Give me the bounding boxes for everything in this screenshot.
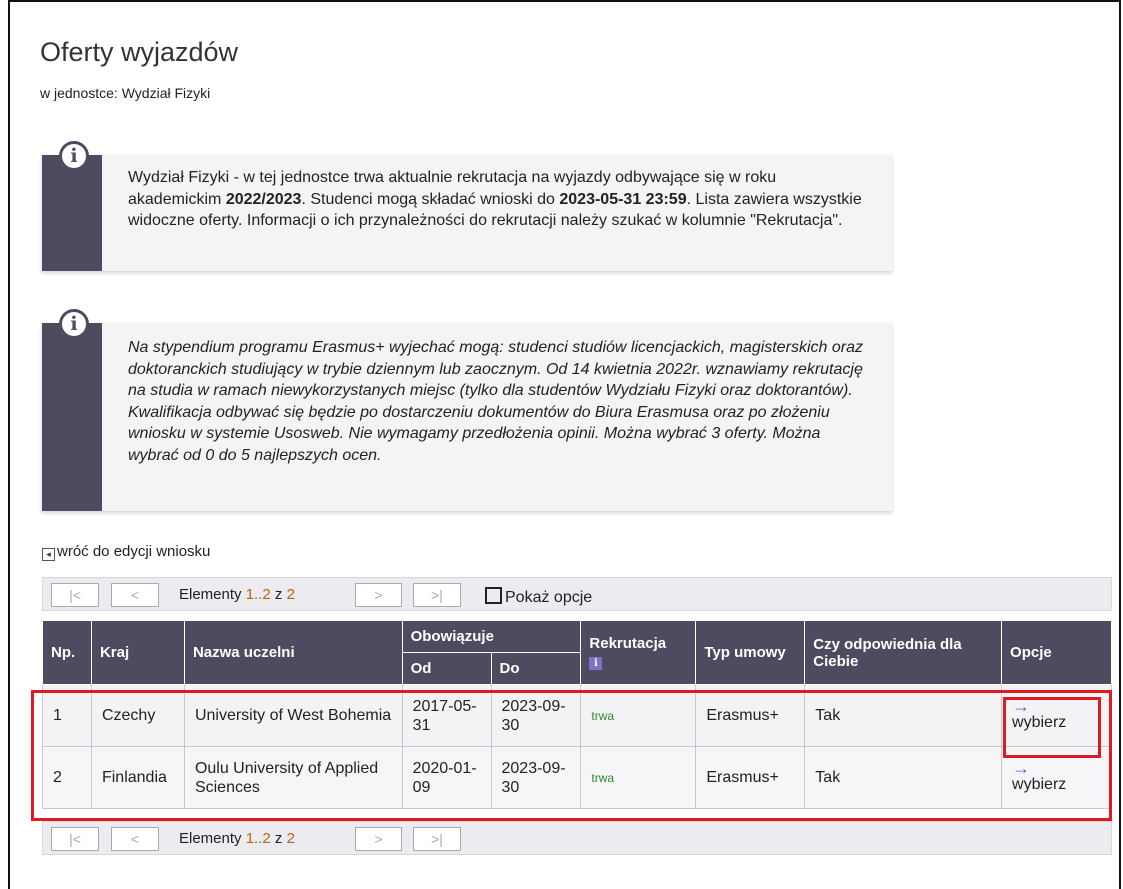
info-icon: i bbox=[59, 141, 89, 171]
last-page-button[interactable]: >| bbox=[413, 827, 461, 851]
show-options-checkbox[interactable]: Pokaż opcje bbox=[485, 587, 592, 607]
back-arrow-icon: ◂ bbox=[42, 548, 55, 561]
cell-np: 1 bbox=[42, 684, 92, 747]
recruitment-info-text: Wydział Fizyki - w tej jednostce trwa ak… bbox=[128, 169, 862, 229]
next-page-button[interactable]: > bbox=[355, 827, 402, 851]
col-header-recruitment: Rekrutacja i bbox=[580, 620, 697, 685]
cell-contract: Erasmus+ bbox=[695, 746, 806, 809]
cell-suitable: Tak bbox=[804, 746, 1003, 809]
info-icon: i bbox=[59, 309, 89, 339]
info-box-stripe bbox=[42, 323, 102, 511]
recruitment-status: trwa bbox=[591, 708, 615, 723]
pager-top: |< < Elementy 1..2 z 2 > >| Pokaż opcje bbox=[42, 577, 1112, 611]
col-header-country: Kraj bbox=[90, 620, 185, 685]
cell-university: University of West Bohemia bbox=[183, 684, 403, 747]
col-header-contract: Typ umowy bbox=[695, 620, 806, 685]
recruitment-info-icon[interactable]: i bbox=[589, 657, 603, 670]
erasmus-info-text: Na stypendium programu Erasmus+ wyjechać… bbox=[128, 339, 863, 464]
col-header-np: Np. bbox=[42, 620, 92, 685]
back-to-application-link[interactable]: ◂ wróć do edycji wniosku bbox=[42, 543, 210, 561]
page-title: Oferty wyjazdów bbox=[40, 37, 239, 67]
cell-from: 2020-01-09 bbox=[401, 746, 492, 809]
pager-bottom: |< < Elementy 1..2 z 2 > >| bbox=[42, 821, 1112, 855]
prev-page-button[interactable]: < bbox=[111, 583, 159, 607]
cell-country: Czechy bbox=[90, 684, 185, 747]
recruitment-info-box: i Wydział Fizyki - w tej jednostce trwa … bbox=[42, 141, 892, 271]
col-header-to: Do bbox=[490, 652, 582, 685]
col-header-valid: Obowiązuje bbox=[401, 620, 582, 653]
next-page-button[interactable]: > bbox=[355, 583, 402, 607]
table-row: 2 Finlandia Oulu University of Applied S… bbox=[42, 746, 1112, 809]
offers-table: Np. Kraj Nazwa uczelni Obowiązuje Rekrut… bbox=[42, 620, 1112, 809]
prev-page-button[interactable]: < bbox=[111, 827, 159, 851]
cell-options: → wybierz bbox=[1001, 684, 1112, 747]
arrow-right-icon: → bbox=[1012, 758, 1031, 778]
checkbox-icon bbox=[485, 587, 502, 604]
pager-elements: Elementy 1..2 z 2 bbox=[179, 830, 295, 847]
cell-university: Oulu University of Applied Sciences bbox=[183, 746, 403, 809]
cell-recruitment: trwa bbox=[580, 684, 697, 747]
recruitment-status: trwa bbox=[591, 770, 615, 785]
col-header-from: Od bbox=[401, 652, 492, 685]
col-header-university: Nazwa uczelni bbox=[183, 620, 403, 685]
cell-to: 2023-09-30 bbox=[490, 684, 582, 747]
col-header-suitable: Czy odpowiednia dla Ciebie bbox=[804, 620, 1003, 685]
cell-options: → wybierz bbox=[1001, 746, 1112, 809]
arrow-right-icon: → bbox=[1012, 696, 1031, 716]
choose-offer-link[interactable]: → wybierz bbox=[1012, 696, 1101, 731]
table-row: 1 Czechy University of West Bohemia 2017… bbox=[42, 684, 1112, 747]
page-subtitle: w jednostce: Wydział Fizyki bbox=[40, 85, 211, 101]
col-header-options: Opcje bbox=[1001, 620, 1112, 685]
pager-elements: Elementy 1..2 z 2 bbox=[179, 586, 295, 603]
cell-recruitment: trwa bbox=[580, 746, 697, 809]
choose-offer-link[interactable]: → wybierz bbox=[1012, 758, 1101, 793]
cell-from: 2017-05-31 bbox=[401, 684, 492, 747]
cell-country: Finlandia bbox=[90, 746, 185, 809]
first-page-button[interactable]: |< bbox=[51, 827, 99, 851]
cell-np: 2 bbox=[42, 746, 92, 809]
cell-suitable: Tak bbox=[804, 684, 1003, 747]
first-page-button[interactable]: |< bbox=[51, 583, 99, 607]
last-page-button[interactable]: >| bbox=[413, 583, 461, 607]
erasmus-info-box: i Na stypendium programu Erasmus+ wyjech… bbox=[42, 309, 892, 511]
cell-contract: Erasmus+ bbox=[695, 684, 806, 747]
info-box-stripe bbox=[42, 155, 102, 271]
cell-to: 2023-09-30 bbox=[490, 746, 582, 809]
